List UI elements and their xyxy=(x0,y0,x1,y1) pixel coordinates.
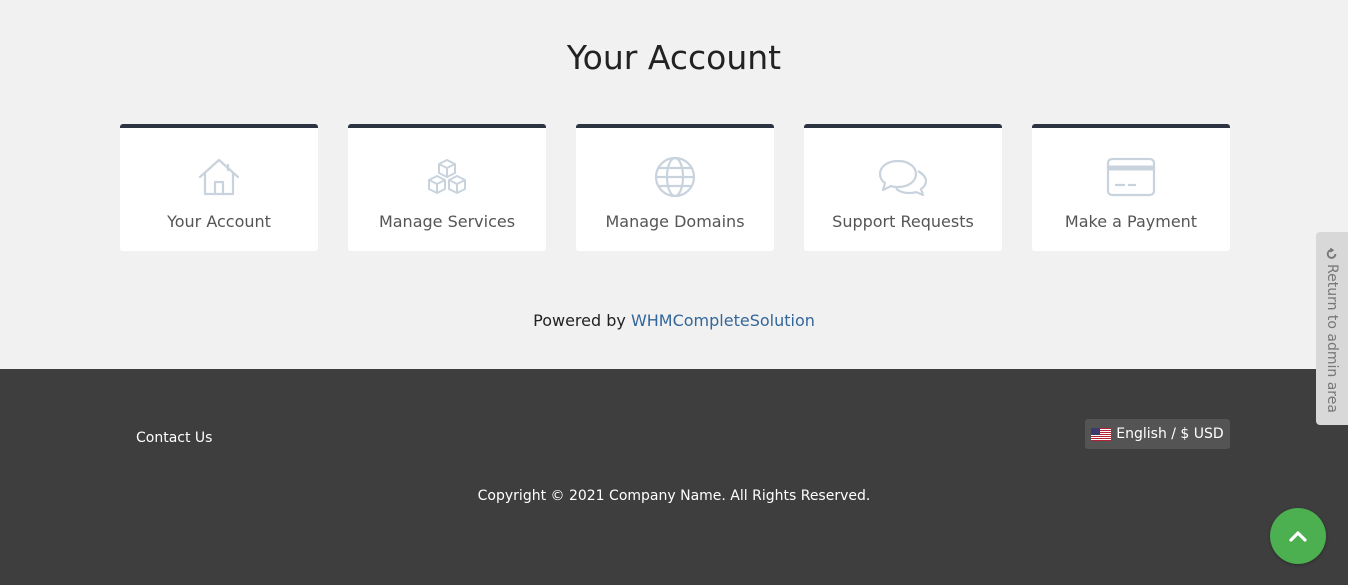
copyright-text: Copyright © 2021 Company Name. All Right… xyxy=(477,488,871,504)
tile-label: Manage Services xyxy=(378,212,516,231)
tile-label: Support Requests xyxy=(832,212,974,231)
powered-by: Powered by WHMCompleteSolution xyxy=(0,310,1348,332)
language-currency-button[interactable]: English / $ USD xyxy=(1085,419,1230,449)
tile-label: Your Account xyxy=(167,212,271,231)
tile-manage-domains[interactable]: Manage Domains xyxy=(576,124,774,251)
account-tiles: Your Account Manage Services Manage Doma… xyxy=(120,124,1230,251)
chevron-up-icon xyxy=(1289,531,1307,542)
chat-bubbles-icon xyxy=(878,155,928,199)
contact-us-link[interactable]: Contact Us xyxy=(136,429,212,447)
cubes-icon xyxy=(422,155,472,199)
language-currency-label: English / $ USD xyxy=(1116,426,1224,442)
tile-your-account[interactable]: Your Account xyxy=(120,124,318,251)
home-icon xyxy=(194,155,244,199)
return-to-admin-label: Return to admin area xyxy=(1324,264,1340,413)
back-to-top-button[interactable] xyxy=(1270,508,1326,564)
tile-label: Make a Payment xyxy=(1064,212,1198,231)
footer: Contact Us English / $ USD Copyright © 2… xyxy=(0,369,1348,585)
tile-label: Manage Domains xyxy=(605,212,745,231)
tile-manage-services[interactable]: Manage Services xyxy=(348,124,546,251)
us-flag-icon xyxy=(1091,427,1112,441)
globe-icon xyxy=(650,155,700,199)
undo-icon xyxy=(1326,248,1337,259)
return-to-admin-tab[interactable]: Return to admin area xyxy=(1316,232,1348,425)
page-title: Your Account xyxy=(566,38,782,77)
tile-make-payment[interactable]: Make a Payment xyxy=(1032,124,1230,251)
powered-by-prefix: Powered by xyxy=(533,311,631,330)
credit-card-icon xyxy=(1106,155,1156,199)
whmcs-link[interactable]: WHMCompleteSolution xyxy=(631,311,815,330)
main-content: Your Account Your Account Manage Service… xyxy=(0,0,1348,369)
tile-support-requests[interactable]: Support Requests xyxy=(804,124,1002,251)
